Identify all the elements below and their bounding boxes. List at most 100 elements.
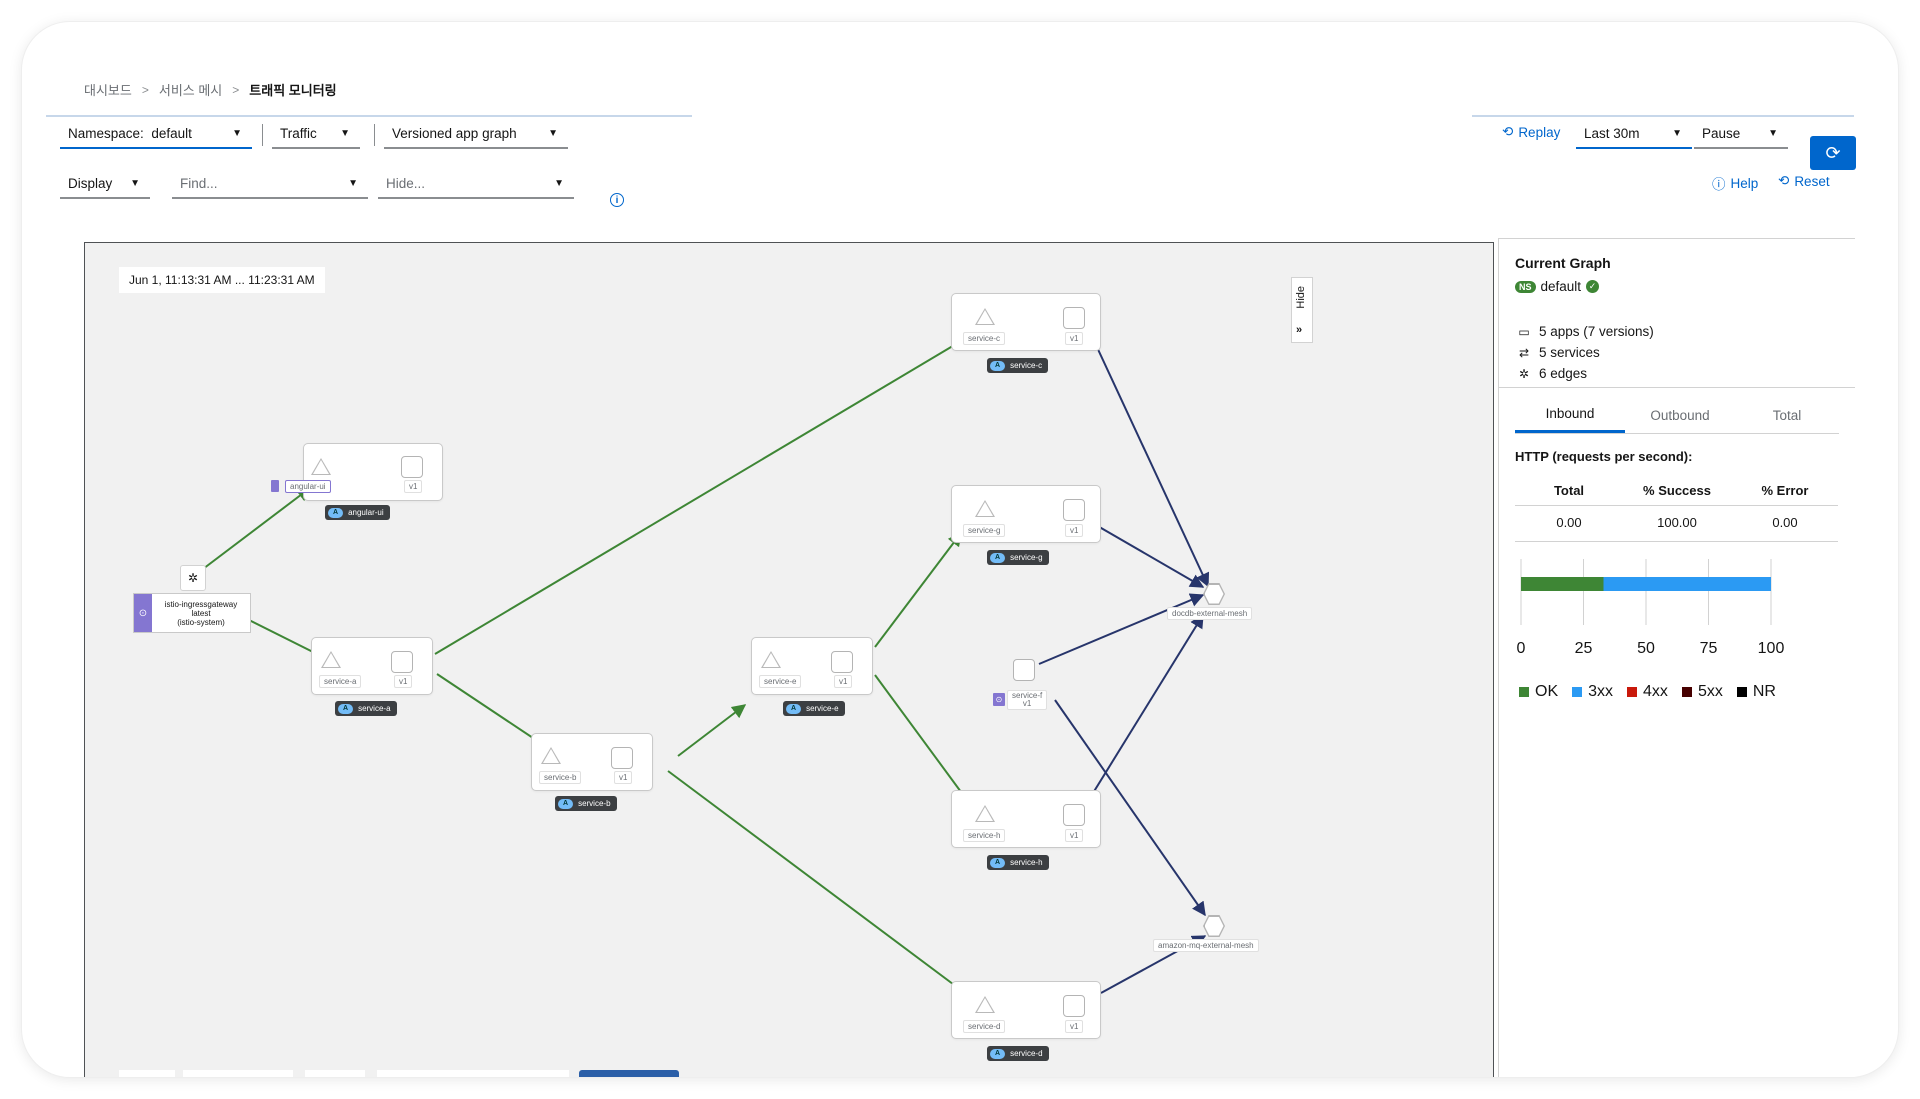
- node-label-service-b: service-b: [539, 771, 582, 784]
- legend-item-ok[interactable]: OK: [1519, 683, 1558, 701]
- panel-title: Current Graph: [1515, 255, 1611, 271]
- refresh-interval-select[interactable]: Pause ▼: [1694, 119, 1788, 149]
- legend-item-nr[interactable]: NR: [1736, 683, 1776, 701]
- reset-button[interactable]: ⟲ Reset: [1778, 173, 1830, 189]
- gateway-icon[interactable]: ✲: [180, 565, 206, 591]
- caret-down-icon[interactable]: ▼: [554, 178, 564, 189]
- interval-select[interactable]: Last 30m ▼: [1576, 119, 1692, 149]
- namespace-badge: NS: [1515, 280, 1536, 293]
- legend-label: 4xx: [1643, 683, 1668, 700]
- graph-legend-button[interactable]: [579, 1070, 679, 1077]
- service-entry-amazonmq[interactable]: [1203, 915, 1225, 937]
- caret-down-icon: ▼: [130, 177, 140, 189]
- refresh-button[interactable]: ⟳: [1810, 136, 1856, 170]
- workload-node[interactable]: [391, 651, 413, 673]
- app-name: service-h: [1010, 858, 1043, 867]
- find-input[interactable]: Find... ▼: [172, 169, 368, 199]
- version-label: v1: [614, 771, 633, 784]
- toolbar-separator: [374, 124, 375, 146]
- traffic-graph[interactable]: Jun 1, 11:13:31 AM ... 11:23:31 AM Hide …: [84, 242, 1494, 1077]
- check-circle-icon: ✓: [1586, 280, 1600, 293]
- workload-node[interactable]: [611, 747, 633, 769]
- help-label: Help: [1730, 175, 1759, 191]
- header-total: Total: [1553, 483, 1585, 498]
- graph-toolbar-button[interactable]: [119, 1070, 175, 1077]
- header-divider-left: [46, 115, 692, 117]
- graph-toolbar-button[interactable]: [305, 1070, 365, 1077]
- workload-icon: ⊙: [993, 693, 1005, 706]
- bar-segment-ok[interactable]: [1521, 577, 1604, 591]
- app-badge: A: [786, 703, 802, 714]
- legend-item-4xx[interactable]: 4xx: [1627, 683, 1668, 701]
- breadcrumb-separator: >: [232, 82, 240, 97]
- service-icon: [541, 747, 561, 764]
- display-select[interactable]: Display ▼: [60, 169, 150, 199]
- traffic-select[interactable]: Traffic ▼: [272, 119, 360, 149]
- hide-input[interactable]: Hide... ▼: [378, 169, 574, 199]
- legend-swatch: [1627, 687, 1638, 697]
- x-tick-label: 75: [1700, 640, 1718, 657]
- graph-toolbar-button[interactable]: [377, 1070, 569, 1077]
- info-icon[interactable]: i: [610, 193, 624, 207]
- service-icon: [761, 651, 781, 668]
- app-name: service-b: [578, 799, 611, 808]
- app-tag-service-e: A service-e: [783, 701, 845, 716]
- rate-table-row: 0.00 100.00 0.00: [1515, 515, 1839, 530]
- value-total: 0.00: [1556, 515, 1582, 530]
- legend-item-3xx[interactable]: 3xx: [1572, 683, 1613, 701]
- app-name: angular-ui: [348, 508, 384, 517]
- tab-total[interactable]: Total: [1735, 397, 1839, 433]
- graph-type-label: Versioned app graph: [392, 125, 517, 141]
- legend-label: 5xx: [1697, 683, 1723, 700]
- display-label: Display: [68, 175, 113, 191]
- workload-node[interactable]: [401, 456, 423, 478]
- hide-label: Hide: [1295, 286, 1307, 309]
- namespace-select[interactable]: Namespace: default ▼: [60, 119, 252, 149]
- double-chevron-icon: »: [1296, 324, 1303, 336]
- edges-icon: ✲: [1518, 366, 1530, 381]
- history-icon: ⟲: [1502, 124, 1514, 139]
- caret-down-icon: ▼: [1768, 127, 1778, 139]
- workload-icon: ⊙: [134, 594, 152, 632]
- help-button[interactable]: ⓘ Help: [1712, 173, 1758, 193]
- workload-node[interactable]: [1063, 499, 1085, 521]
- hide-legend-tab[interactable]: Hide »: [1291, 277, 1313, 343]
- x-tick-label: 0: [1517, 640, 1526, 657]
- workload-node[interactable]: [1063, 995, 1085, 1017]
- app-name: service-a: [358, 704, 391, 713]
- node-istio-ingressgateway[interactable]: ⊙ istio-ingressgateway latest (istio-sys…: [133, 593, 251, 633]
- workload-node[interactable]: [1063, 307, 1085, 329]
- replay-button[interactable]: ⟲ Replay: [1502, 124, 1560, 140]
- legend-label: NR: [1752, 683, 1776, 700]
- namespace-value: default: [151, 125, 192, 141]
- breadcrumb-item-dashboard[interactable]: 대시보드: [84, 80, 132, 99]
- legend-item-5xx[interactable]: 5xx: [1681, 683, 1723, 701]
- legend-label: 3xx: [1588, 683, 1614, 700]
- tab-outbound[interactable]: Outbound: [1625, 397, 1735, 433]
- service-entry-docdb[interactable]: [1203, 583, 1225, 605]
- workload-node[interactable]: [1063, 804, 1085, 826]
- edge-service-h-docdb: [1084, 613, 1204, 807]
- app-tag-service-c: A service-c: [987, 358, 1049, 373]
- service-icon: [975, 996, 995, 1013]
- bar-segment-3xx[interactable]: [1603, 577, 1772, 591]
- header-error: % Error: [1761, 483, 1809, 498]
- tab-inbound[interactable]: Inbound: [1515, 397, 1625, 433]
- app-badge: A: [338, 703, 354, 714]
- edge-service-c-docdb: [1088, 329, 1210, 588]
- caret-down-icon[interactable]: ▼: [348, 178, 358, 189]
- node-label-docdb: docdb-external-mesh: [1167, 607, 1253, 620]
- caret-down-icon: ▼: [340, 127, 350, 139]
- graph-toolbar-button[interactable]: [183, 1070, 293, 1077]
- workload-node[interactable]: [831, 651, 853, 673]
- workload-node-service-f[interactable]: [1013, 659, 1035, 681]
- app-tag-service-h: A service-h: [987, 855, 1049, 870]
- graph-type-select[interactable]: Versioned app graph ▼: [384, 119, 568, 149]
- node-label-service-d: service-d: [963, 1020, 1006, 1033]
- chart-legend: OK 3xx 4xx 5xx NR: [1519, 683, 1776, 701]
- breadcrumb-item-service-mesh[interactable]: 서비스 메시: [159, 80, 222, 99]
- namespace-name[interactable]: default: [1541, 279, 1582, 294]
- edge-gateway-angular-ui: [194, 487, 312, 576]
- reset-icon: ⟲: [1778, 173, 1790, 188]
- app-name: service-d: [1010, 1049, 1043, 1058]
